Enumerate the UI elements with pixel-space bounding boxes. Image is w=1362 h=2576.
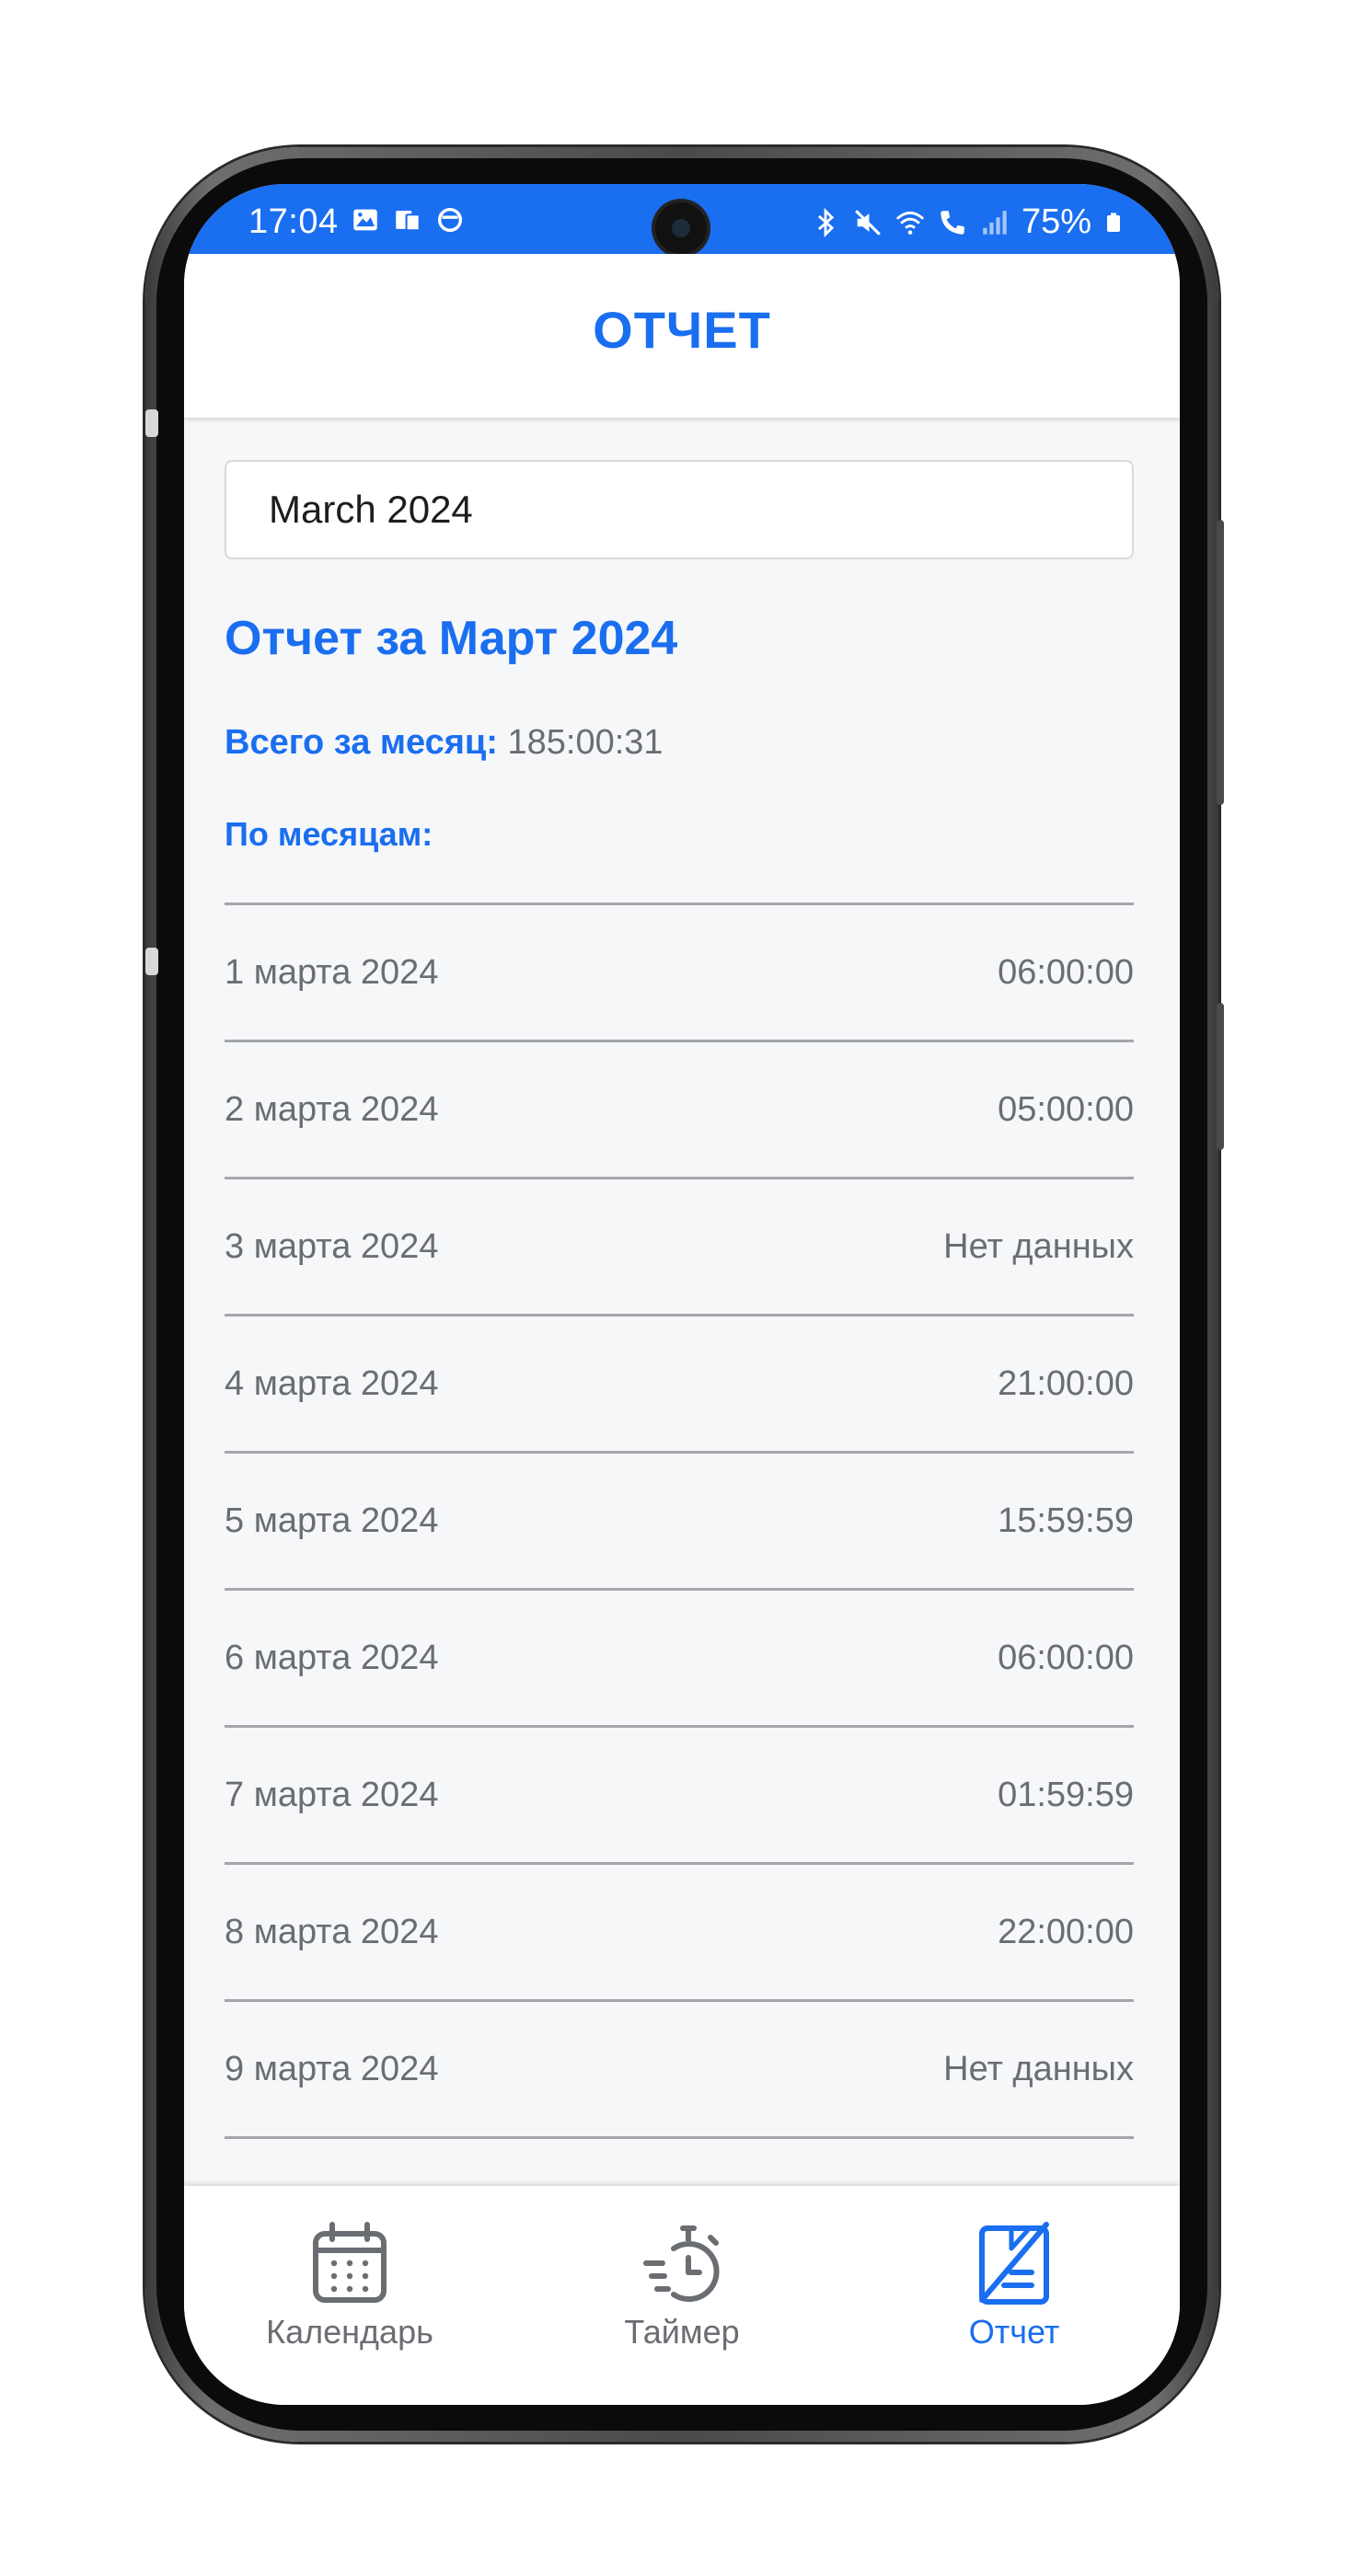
power-button bbox=[1217, 1003, 1224, 1150]
image-icon bbox=[353, 209, 377, 231]
month-picker-input[interactable]: March 2024 bbox=[225, 460, 1134, 559]
monthly-total-value: 185:00:31 bbox=[507, 723, 664, 762]
list-item-date: 4 марта 2024 bbox=[225, 1363, 439, 1403]
tab-timer[interactable]: Таймер bbox=[544, 2221, 820, 2352]
stopwatch-icon bbox=[643, 2225, 720, 2302]
battery-icon bbox=[1107, 213, 1120, 232]
monthly-total-label: Всего за месяц: bbox=[225, 723, 498, 762]
list-item-value: 06:00:00 bbox=[998, 952, 1134, 992]
list-item-value: 15:59:59 bbox=[998, 1501, 1134, 1540]
list-item: 8 марта 2024 22:00:00 bbox=[225, 1865, 1134, 2002]
battery-percent: 75% bbox=[1021, 202, 1091, 241]
wifi-icon bbox=[895, 211, 925, 235]
report-icon bbox=[979, 2222, 1049, 2305]
list-item-value: Нет данных bbox=[943, 1226, 1134, 1266]
tab-timer-label: Таймер bbox=[624, 2313, 740, 2351]
frame-notch-bottom bbox=[145, 948, 158, 975]
volume-button bbox=[1217, 520, 1224, 805]
list-item-value: 21:00:00 bbox=[998, 1363, 1134, 1403]
circle-icon bbox=[437, 207, 463, 233]
list-item-date: 6 марта 2024 bbox=[225, 1638, 439, 1677]
list-item-date: 7 марта 2024 bbox=[225, 1775, 439, 1814]
page-title: ОТЧЕТ bbox=[593, 300, 771, 359]
report-title: Отчет за Март 2024 bbox=[225, 612, 678, 665]
status-right-icons: 75% bbox=[810, 202, 1125, 242]
tab-report-label: Отчет bbox=[968, 2313, 1060, 2351]
list-item: 6 марта 2024 06:00:00 bbox=[225, 1591, 1134, 1728]
status-bar: 17:04 75% bbox=[184, 184, 1180, 254]
tab-calendar[interactable]: Календарь bbox=[212, 2221, 488, 2352]
list-item: 3 марта 2024 Нет данных bbox=[225, 1179, 1134, 1317]
bluetooth-icon bbox=[817, 207, 835, 237]
daily-report-list: 1 марта 2024 06:00:00 2 марта 2024 05:00… bbox=[225, 903, 1134, 2139]
mute-icon bbox=[855, 209, 881, 236]
list-item-date: 3 марта 2024 bbox=[225, 1226, 439, 1266]
list-item-value: 01:59:59 bbox=[998, 1775, 1134, 1814]
list-item-value: 05:00:00 bbox=[998, 1089, 1134, 1129]
list-item: 5 марта 2024 15:59:59 bbox=[225, 1454, 1134, 1591]
tab-report[interactable]: Отчет bbox=[876, 2221, 1152, 2352]
list-item: 2 марта 2024 05:00:00 bbox=[225, 1042, 1134, 1179]
tab-calendar-label: Календарь bbox=[266, 2313, 433, 2351]
list-item-date: 5 марта 2024 bbox=[225, 1501, 439, 1540]
calendar-icon bbox=[313, 2222, 387, 2303]
report-content: March 2024 Отчет за Март 2024 Всего за м… bbox=[184, 418, 1180, 2139]
list-item-date: 2 марта 2024 bbox=[225, 1089, 439, 1129]
list-item: 4 марта 2024 21:00:00 bbox=[225, 1317, 1134, 1454]
list-item-date: 8 марта 2024 bbox=[225, 1912, 439, 1951]
list-item-value: 22:00:00 bbox=[998, 1912, 1134, 1951]
app-header: ОТЧЕТ bbox=[184, 254, 1180, 418]
signal-icon bbox=[983, 210, 1007, 235]
cast-icon bbox=[396, 211, 421, 232]
list-item: 7 марта 2024 01:59:59 bbox=[225, 1728, 1134, 1865]
monthly-total: Всего за месяц: 185:00:31 bbox=[225, 723, 664, 763]
bottom-tab-bar: Календарь Таймер Отчет bbox=[184, 2186, 1180, 2405]
list-item-value: 06:00:00 bbox=[998, 1638, 1134, 1677]
by-months-label: По месяцам: bbox=[225, 815, 433, 853]
list-item-value: Нет данных bbox=[943, 2049, 1134, 2088]
frame-notch-top bbox=[145, 409, 158, 437]
list-item-date: 9 марта 2024 bbox=[225, 2049, 439, 2088]
list-item-date: 1 марта 2024 bbox=[225, 952, 439, 992]
status-left-icons bbox=[350, 204, 466, 236]
list-item: 9 марта 2024 Нет данных bbox=[225, 2002, 1134, 2139]
phone-screen: 17:04 75% ОТЧЕТ March 2024 Отчет за Март… bbox=[184, 184, 1180, 2405]
call-icon bbox=[941, 210, 964, 235]
front-camera bbox=[655, 202, 707, 254]
list-item: 1 марта 2024 06:00:00 bbox=[225, 905, 1134, 1042]
status-time: 17:04 bbox=[248, 202, 339, 241]
